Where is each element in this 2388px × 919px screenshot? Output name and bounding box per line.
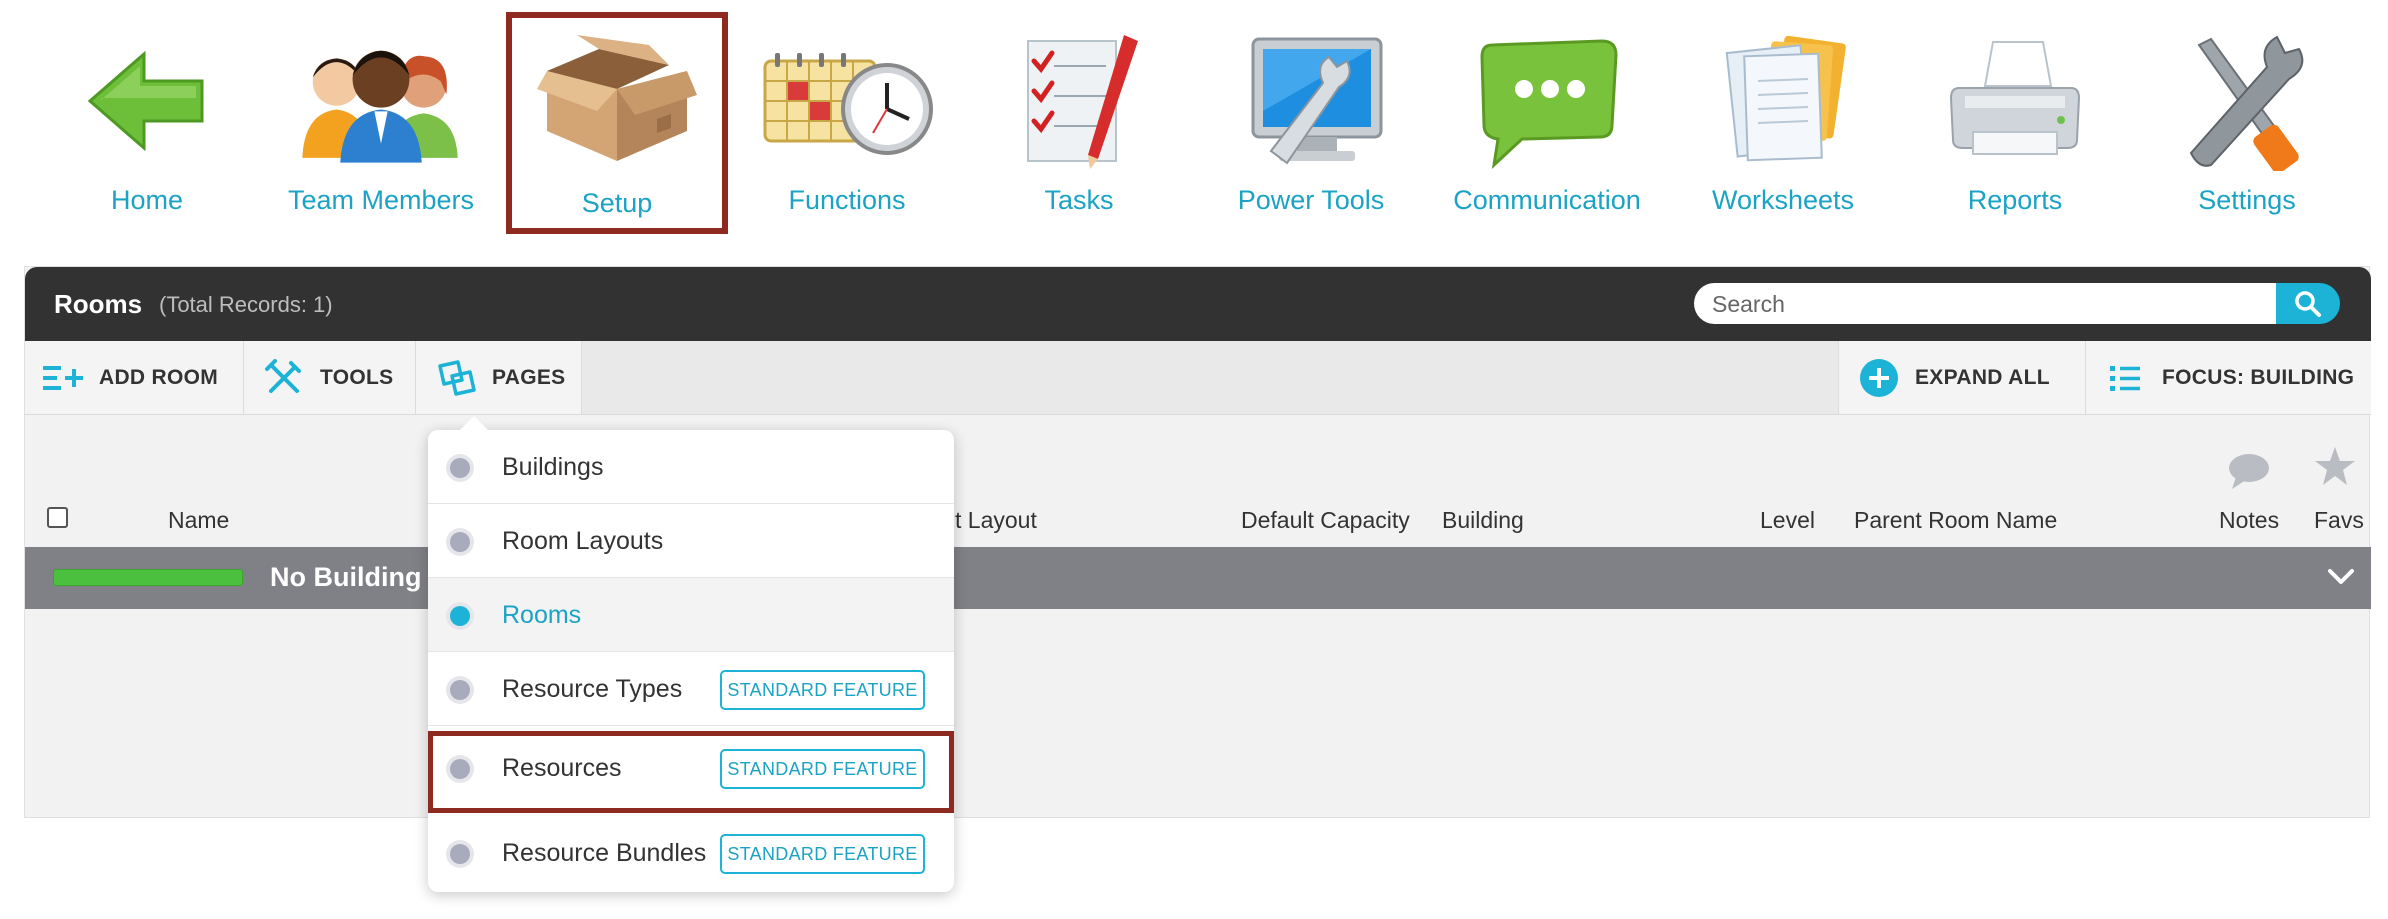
nav-label: Communication	[1453, 185, 1641, 215]
column-level[interactable]: Level	[1760, 507, 1815, 534]
dropdown-item-resources[interactable]: Resources STANDARD FEATURE	[428, 731, 954, 813]
nav-functions[interactable]: Functions	[742, 18, 952, 218]
toolbar: ADD ROOM TOOLS PAGES EXPAND ALL FOCUS: B…	[25, 341, 2371, 415]
column-notes[interactable]: Notes	[2219, 507, 2279, 534]
pages-dropdown: Buildings Room Layouts Rooms Resource Ty…	[428, 416, 954, 892]
nav-label: Team Members	[287, 185, 475, 215]
dropdown-item-buildings[interactable]: Buildings	[428, 430, 954, 504]
comment-icon	[2228, 453, 2270, 496]
nav-power-tools[interactable]: Power Tools	[1206, 18, 1416, 218]
pages-icon	[434, 356, 478, 400]
nav-label: Home	[110, 185, 184, 215]
radio-indicator	[446, 454, 474, 482]
pages-label: PAGES	[492, 365, 566, 389]
select-all-checkbox[interactable]	[47, 507, 68, 528]
focus-building-label: FOCUS: BUILDING	[2162, 365, 2355, 389]
add-list-icon	[41, 356, 85, 400]
team-icon	[291, 26, 471, 176]
column-building[interactable]: Building	[1442, 507, 1524, 534]
calendar-clock-icon	[757, 26, 937, 176]
expand-all-label: EXPAND ALL	[1915, 365, 2050, 389]
pages-button[interactable]: PAGES	[416, 341, 582, 414]
search-box	[1694, 283, 2276, 324]
dropdown-item-resource-bundles[interactable]: Resource Bundles STANDARD FEATURE	[428, 816, 954, 890]
group-progress-bar	[53, 569, 243, 586]
box-icon	[527, 26, 707, 176]
focus-building-button[interactable]: FOCUS: BUILDING	[2086, 341, 2371, 414]
tools-icon	[2157, 26, 2337, 176]
tools-icon	[262, 356, 306, 400]
printer-icon	[1925, 26, 2105, 176]
nav-label: Worksheets	[1711, 185, 1855, 215]
nav-worksheets[interactable]: Worksheets	[1678, 18, 1888, 218]
nav-label: Settings	[2198, 185, 2296, 215]
dropdown-item-label: Resource Types	[502, 675, 683, 703]
dropdown-item-label: Resources	[502, 754, 622, 782]
nav-setup[interactable]: Setup	[506, 12, 728, 234]
nav-tasks[interactable]: Tasks	[974, 18, 1184, 218]
add-room-label: ADD ROOM	[99, 365, 219, 389]
search-input[interactable]	[1712, 289, 2252, 319]
top-navigation: Home Team Members Setup Functions Tasks …	[0, 0, 2388, 240]
star-icon	[2314, 445, 2356, 492]
documents-icon	[1693, 26, 1873, 176]
column-name[interactable]: Name	[168, 507, 229, 534]
nav-label: Reports	[1967, 185, 2063, 215]
group-row[interactable]: No Building A	[25, 547, 2371, 609]
dropdown-item-rooms[interactable]: Rooms	[428, 578, 954, 652]
nav-label: Power Tools	[1237, 185, 1385, 215]
column-headers: Name t Layout Default Capacity Building …	[25, 415, 2371, 545]
panel-header: Rooms (Total Records: 1)	[25, 267, 2371, 341]
chat-bubble-icon	[1457, 26, 1637, 176]
radio-indicator	[446, 676, 474, 704]
radio-indicator	[446, 840, 474, 868]
list-icon	[2104, 356, 2148, 400]
dropdown-item-label: Room Layouts	[502, 527, 664, 555]
column-default-layout[interactable]: t Layout	[955, 507, 1037, 534]
standard-feature-badge: STANDARD FEATURE	[720, 670, 925, 710]
dropdown-item-resource-types[interactable]: Resource Types STANDARD FEATURE	[428, 652, 954, 726]
search-icon	[2295, 290, 2321, 317]
rooms-panel: Rooms (Total Records: 1) ADD ROOM	[24, 266, 2371, 818]
column-favs[interactable]: Favs	[2314, 507, 2364, 534]
nav-communication[interactable]: Communication	[1442, 18, 1652, 218]
group-name: No Building A	[270, 562, 448, 592]
standard-feature-badge: STANDARD FEATURE	[720, 749, 925, 789]
standard-feature-badge: STANDARD FEATURE	[720, 834, 925, 874]
nav-home[interactable]: Home	[42, 18, 252, 218]
record-count: (Total Records: 1)	[159, 292, 333, 317]
nav-label: Functions	[788, 185, 906, 215]
radio-indicator	[446, 755, 474, 783]
checklist-icon	[989, 26, 1169, 176]
expand-all-button[interactable]: EXPAND ALL	[1838, 341, 2086, 414]
nav-team-members[interactable]: Team Members	[276, 18, 486, 218]
dropdown-item-label: Buildings	[502, 453, 604, 481]
dropdown-caret	[460, 416, 488, 430]
dropdown-item-label: Resource Bundles	[502, 839, 707, 867]
nav-label: Tasks	[1044, 185, 1114, 215]
page-title: Rooms	[54, 289, 143, 319]
radio-indicator	[446, 602, 474, 630]
nav-label: Setup	[581, 188, 653, 218]
column-parent-room-name[interactable]: Parent Room Name	[1854, 507, 2057, 534]
back-arrow-icon	[57, 26, 237, 176]
collapse-toggle[interactable]	[2325, 561, 2357, 593]
dropdown-item-room-layouts[interactable]: Room Layouts	[428, 504, 954, 578]
dropdown-item-label: Rooms	[502, 601, 582, 629]
plus-circle-icon	[1857, 356, 1901, 400]
tools-label: TOOLS	[320, 365, 394, 389]
chevron-down-icon	[2328, 569, 2354, 584]
tools-button[interactable]: TOOLS	[244, 341, 416, 414]
nav-reports[interactable]: Reports	[1910, 18, 2120, 218]
monitor-wrench-icon	[1221, 26, 1401, 176]
add-room-button[interactable]: ADD ROOM	[25, 341, 244, 414]
nav-settings[interactable]: Settings	[2142, 18, 2352, 218]
radio-indicator	[446, 528, 474, 556]
search-button[interactable]	[2276, 283, 2340, 324]
column-default-capacity[interactable]: Default Capacity	[1241, 507, 1410, 534]
